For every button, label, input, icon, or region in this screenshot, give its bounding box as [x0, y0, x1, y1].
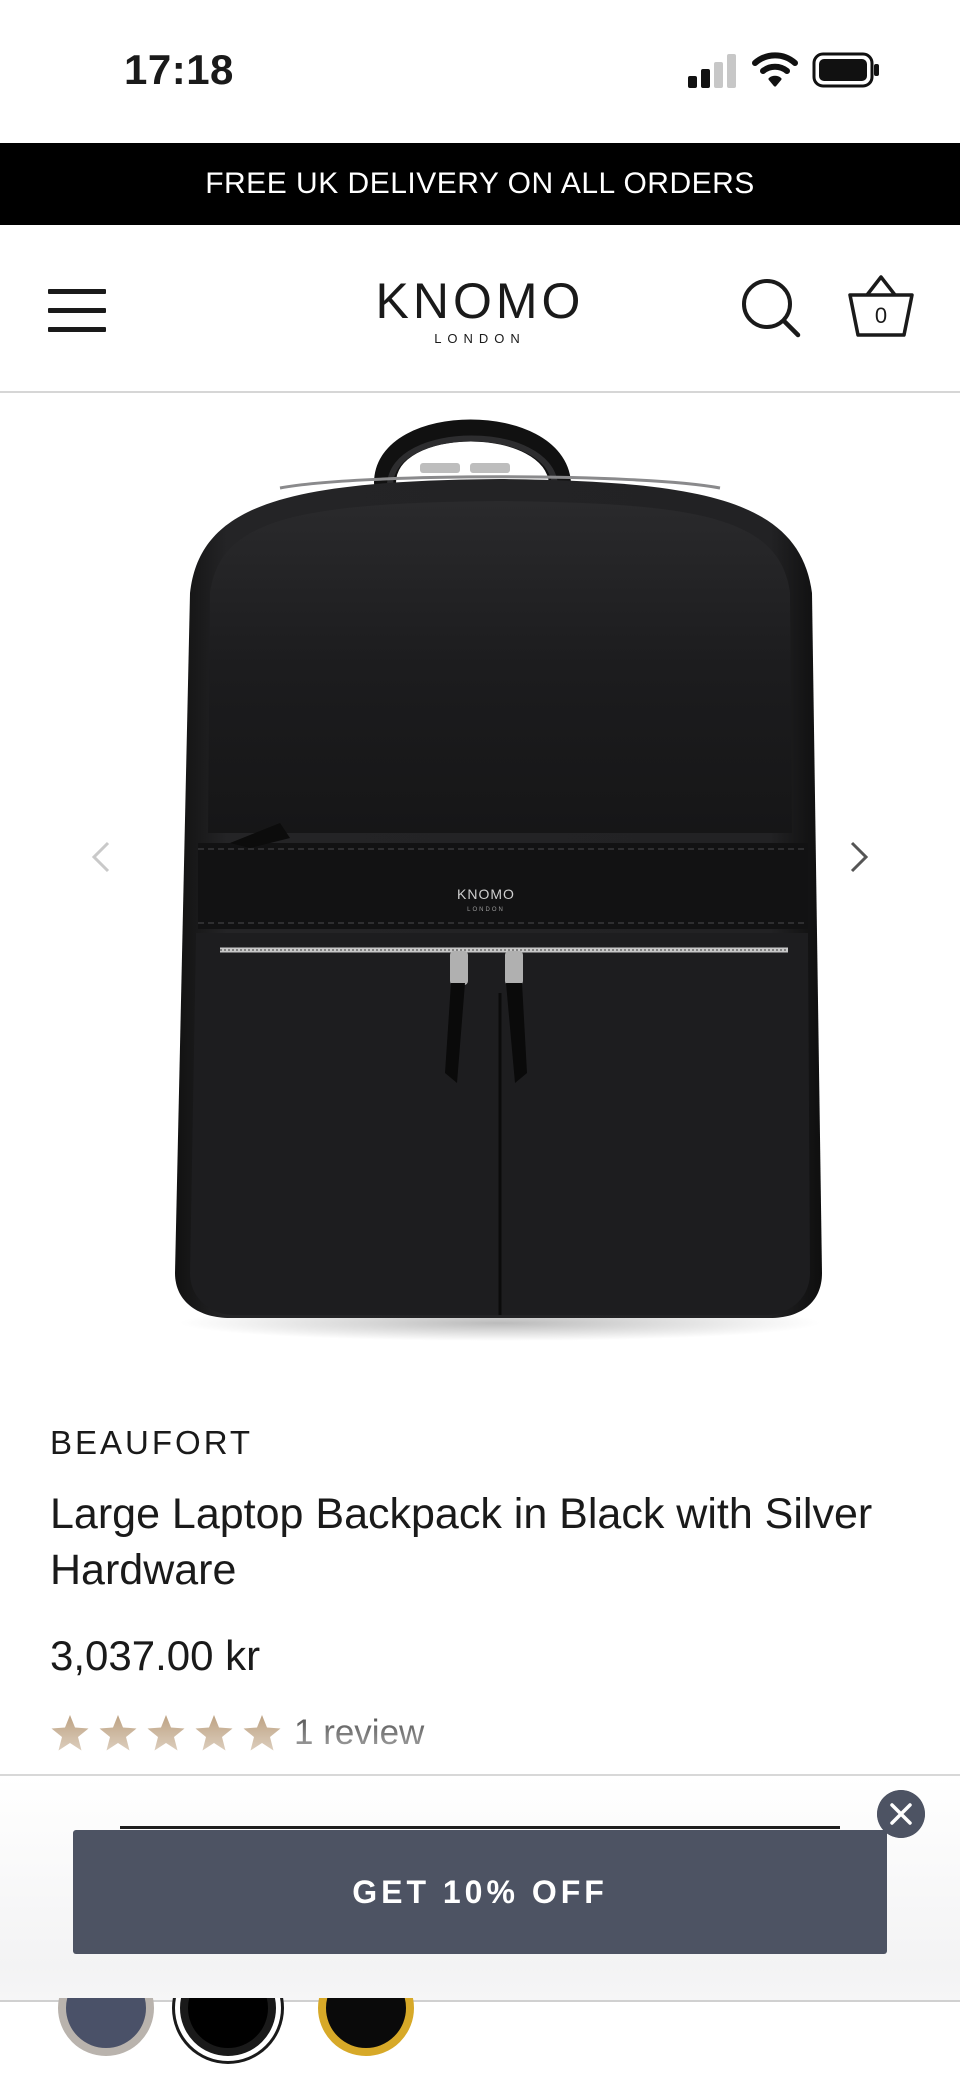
- promo-text: FREE UK DELIVERY ON ALL ORDERS: [205, 167, 755, 200]
- search-icon[interactable]: [740, 277, 802, 339]
- site-header: KNOMO LONDON 0: [0, 225, 960, 393]
- offer-popup: GET 10% OFF: [0, 1774, 960, 2002]
- wifi-icon: [752, 52, 798, 87]
- star-icon: [147, 1715, 185, 1751]
- hamburger-menu-icon[interactable]: [48, 287, 106, 333]
- status-bar: 17:18: [0, 0, 960, 143]
- review-count[interactable]: 1 review: [294, 1713, 424, 1753]
- star-icon: [99, 1715, 137, 1751]
- chevron-right-icon[interactable]: [844, 837, 874, 877]
- colour-swatches: [0, 1998, 960, 2081]
- battery-icon: [812, 52, 879, 88]
- product-price: 3,037.00 kr: [50, 1632, 261, 1679]
- backpack-logo-subtext: LONDON: [467, 907, 505, 913]
- logo-wordmark: KNOMO: [375, 273, 585, 329]
- logo-subtitle: LONDON: [434, 331, 526, 346]
- divider: [120, 1826, 840, 1829]
- star-rating: [50, 1713, 282, 1753]
- basket-button[interactable]: 0: [846, 273, 916, 339]
- product-gallery[interactable]: KNOMO LONDON: [0, 393, 960, 1353]
- colour-swatch-black-selected[interactable]: [180, 1998, 276, 2056]
- black-backpack-product-photo: KNOMO LONDON: [175, 419, 822, 1341]
- product-rating[interactable]: 1 review: [50, 1710, 424, 1756]
- product-title: Large Laptop Backpack in Black with Silv…: [50, 1490, 873, 1594]
- collection-name[interactable]: BEAUFORT: [50, 1424, 253, 1462]
- star-icon: [51, 1715, 89, 1751]
- backpack-logo-text: KNOMO: [457, 886, 515, 902]
- cellular-signal-icon: [688, 54, 736, 88]
- get-discount-button[interactable]: GET 10% OFF: [73, 1830, 887, 1954]
- close-icon[interactable]: [877, 1790, 925, 1838]
- knomo-logo[interactable]: KNOMO LONDON: [330, 273, 630, 346]
- promo-banner: FREE UK DELIVERY ON ALL ORDERS: [0, 143, 960, 225]
- colour-swatch-black-gold[interactable]: [318, 1998, 414, 2056]
- star-icon: [195, 1715, 233, 1751]
- status-time: 17:18: [124, 46, 234, 93]
- basket-count: 0: [874, 303, 888, 328]
- chevron-left-icon[interactable]: [86, 837, 116, 877]
- colour-swatch-navy[interactable]: [58, 1998, 154, 2056]
- star-icon: [243, 1715, 281, 1751]
